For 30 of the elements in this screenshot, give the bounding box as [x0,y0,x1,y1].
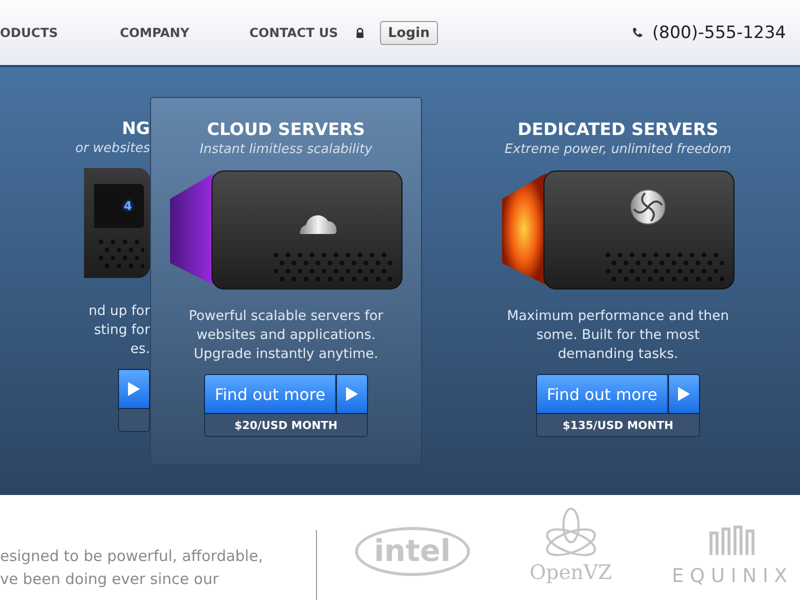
nav-link[interactable]: CONTACT US [249,25,338,40]
price-label [118,409,150,432]
arrow-button[interactable] [668,374,700,414]
play-icon [127,381,141,397]
plan-title: DEDICATED SERVERS [518,120,718,140]
partner-logo: intel [355,527,470,576]
price-label: $20/USD MONTH [204,414,368,437]
plan-title: CLOUD SERVERS [206,120,366,140]
partner-logo: EQUINIX [672,565,794,587]
play-icon [345,386,360,402]
plan-tagline: Instant limitless scalability [200,142,372,157]
plan-description: Powerful scalable servers for websites and applications. Upgrade instantly anytime. [188,307,384,364]
plan-description: Maximum performance and then some. Built for the most demanding tasks. [507,307,729,364]
plan-title: NG [122,119,150,139]
play-icon [677,386,692,402]
partner-logo: OpenVZ [530,563,612,581]
about-text: esigned to be powerful, affordable, ve been doing ever since our [0,546,264,590]
plan-tagline: Extreme power, unlimited freedom [504,142,732,157]
arrow-button[interactable] [118,369,150,409]
login-button[interactable]: Login [380,20,438,44]
nav-link[interactable]: COMPANY [120,25,190,40]
display-digit: 4 [124,199,132,213]
arrow-button[interactable] [336,374,368,414]
plan-tagline: or websites [75,141,150,156]
phone-number[interactable]: (800)-555-1234 [652,22,786,42]
lock-icon [356,28,364,38]
plan-description: nd up for sting for es. [88,302,150,359]
price-label: $135/USD MONTH [536,414,700,437]
nav-link[interactable]: ODUCTS [0,25,58,40]
phone-icon [632,27,644,38]
